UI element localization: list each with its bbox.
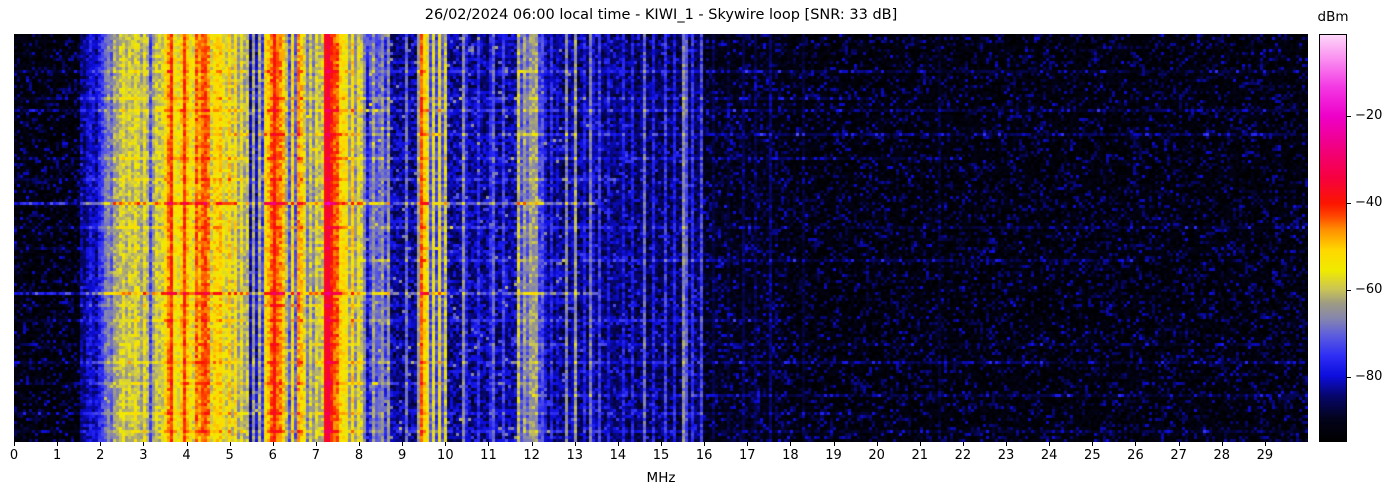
x-tick-label: 28 [1204,448,1240,463]
x-tick-label: 8 [341,448,377,463]
x-tick-mark [488,442,489,446]
colorbar-tick-mark [1347,116,1351,117]
x-axis: 0123456789101112131415161718192021222324… [14,442,1314,472]
x-tick-mark [834,442,835,446]
colorbar-tick-mark [1347,290,1351,291]
x-tick-label: 27 [1161,448,1197,463]
x-tick-label: 4 [169,448,205,463]
x-tick-mark [1179,442,1180,446]
x-tick-mark [532,442,533,446]
x-tick-label: 6 [255,448,291,463]
x-tick-mark [14,442,15,446]
x-tick-mark [143,442,144,446]
x-tick-mark [747,442,748,446]
x-tick-label: 18 [772,448,808,463]
colorbar-tick-mark [1347,377,1351,378]
x-tick-mark [187,442,188,446]
x-tick-mark [877,442,878,446]
x-tick-label: 10 [427,448,463,463]
x-tick-mark [1135,442,1136,446]
x-tick-label: 12 [514,448,550,463]
x-tick-mark [100,442,101,446]
colorbar-tick-label: −80 [1355,369,1382,384]
x-tick-label: 14 [600,448,636,463]
x-tick-mark [704,442,705,446]
x-tick-label: 0 [0,448,32,463]
x-tick-mark [920,442,921,446]
colorbar-tick-label: −60 [1355,282,1382,297]
x-tick-label: 19 [816,448,852,463]
x-axis-label: MHz [14,470,1308,486]
x-tick-mark [575,442,576,446]
x-tick-label: 15 [643,448,679,463]
x-tick-mark [1222,442,1223,446]
x-tick-label: 11 [470,448,506,463]
x-tick-mark [618,442,619,446]
x-tick-mark [273,442,274,446]
x-tick-label: 3 [125,448,161,463]
colorbar-unit-label: dBm [1310,9,1356,25]
chart-title: 26/02/2024 06:00 local time - KIWI_1 - S… [14,7,1308,23]
x-tick-label: 22 [945,448,981,463]
x-tick-label: 21 [902,448,938,463]
x-tick-mark [790,442,791,446]
x-tick-mark [1092,442,1093,446]
x-tick-label: 7 [298,448,334,463]
x-tick-mark [230,442,231,446]
x-tick-label: 23 [988,448,1024,463]
x-tick-label: 9 [384,448,420,463]
colorbar-tick-label: −20 [1355,108,1382,123]
x-tick-label: 5 [212,448,248,463]
x-tick-label: 2 [82,448,118,463]
colorbar-gradient [1319,34,1347,442]
x-tick-label: 1 [39,448,75,463]
x-tick-mark [316,442,317,446]
x-tick-label: 13 [557,448,593,463]
colorbar-tick-mark [1347,203,1351,204]
x-tick-mark [1049,442,1050,446]
x-tick-label: 20 [859,448,895,463]
x-tick-mark [359,442,360,446]
colorbar-tick-label: −40 [1355,195,1382,210]
spectrogram-figure: 26/02/2024 06:00 local time - KIWI_1 - S… [0,0,1400,500]
x-tick-label: 25 [1074,448,1110,463]
x-tick-label: 29 [1247,448,1283,463]
x-tick-mark [445,442,446,446]
x-tick-label: 24 [1031,448,1067,463]
x-tick-mark [57,442,58,446]
x-tick-label: 16 [686,448,722,463]
colorbar-ticks: −20 −40 −60 −80 [1347,34,1397,442]
x-tick-mark [1006,442,1007,446]
x-tick-label: 26 [1117,448,1153,463]
x-tick-mark [1265,442,1266,446]
waterfall-heatmap [14,34,1308,442]
x-tick-mark [402,442,403,446]
x-tick-mark [661,442,662,446]
x-tick-mark [963,442,964,446]
x-tick-label: 17 [729,448,765,463]
